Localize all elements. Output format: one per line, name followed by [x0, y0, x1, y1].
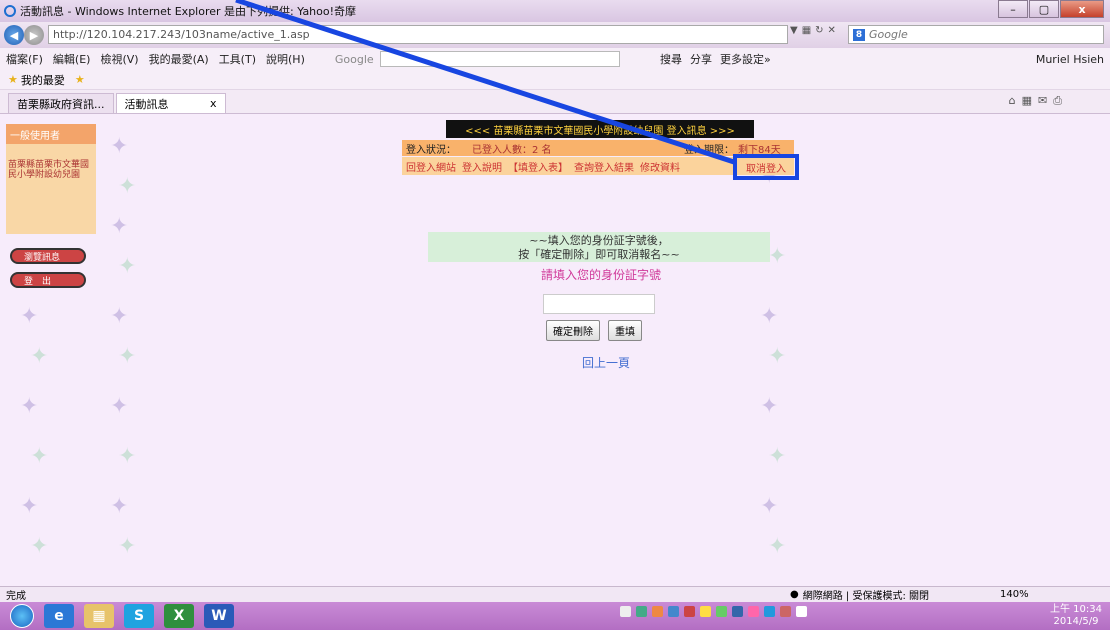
word-taskbar-icon[interactable]: W: [204, 604, 234, 628]
start-button[interactable]: [10, 604, 34, 628]
status-text: 完成: [6, 591, 26, 602]
tray-icon[interactable]: [780, 606, 791, 617]
tray-icon[interactable]: [684, 606, 695, 617]
tray-icon[interactable]: [652, 606, 663, 617]
tray-icon[interactable]: [764, 606, 775, 617]
annotation-arrow: [235, 0, 735, 165]
tray-icon[interactable]: [748, 606, 759, 617]
zone-text: 網際網路 | 受保護模式: 關閉: [802, 591, 930, 602]
status-bar: 完成 ● 網際網路 | 受保護模式: 關閉 140%: [0, 586, 1110, 602]
tray-icon[interactable]: [716, 606, 727, 617]
zoom-level[interactable]: 140%: [1000, 589, 1029, 600]
taskbar: e ▦ S X W 上午 10:34 2014/5/9: [0, 602, 1110, 630]
globe-icon: ●: [790, 589, 799, 600]
security-zone[interactable]: ● 網際網路 | 受保護模式: 關閉: [790, 587, 929, 602]
clock-time: 上午 10:34: [1050, 604, 1102, 615]
ie-window: 活動訊息 - Windows Internet Explorer 是由下列提供:…: [0, 0, 1110, 630]
tray-icon[interactable]: [700, 606, 711, 617]
tray-icon[interactable]: [732, 606, 743, 617]
excel-taskbar-icon[interactable]: X: [164, 604, 194, 628]
folder-taskbar-icon[interactable]: ▦: [84, 604, 114, 628]
arrow-line: [235, 0, 735, 165]
system-clock[interactable]: 上午 10:34 2014/5/9: [1050, 604, 1102, 628]
tray-icon[interactable]: [620, 606, 631, 617]
tray-icon[interactable]: [636, 606, 647, 617]
skype-taskbar-icon[interactable]: S: [124, 604, 154, 628]
ie-taskbar-icon[interactable]: e: [44, 604, 74, 628]
volume-icon[interactable]: [796, 606, 807, 617]
system-tray: [620, 606, 807, 617]
clock-date: 2014/5/9: [1053, 616, 1099, 627]
tray-icon[interactable]: [668, 606, 679, 617]
